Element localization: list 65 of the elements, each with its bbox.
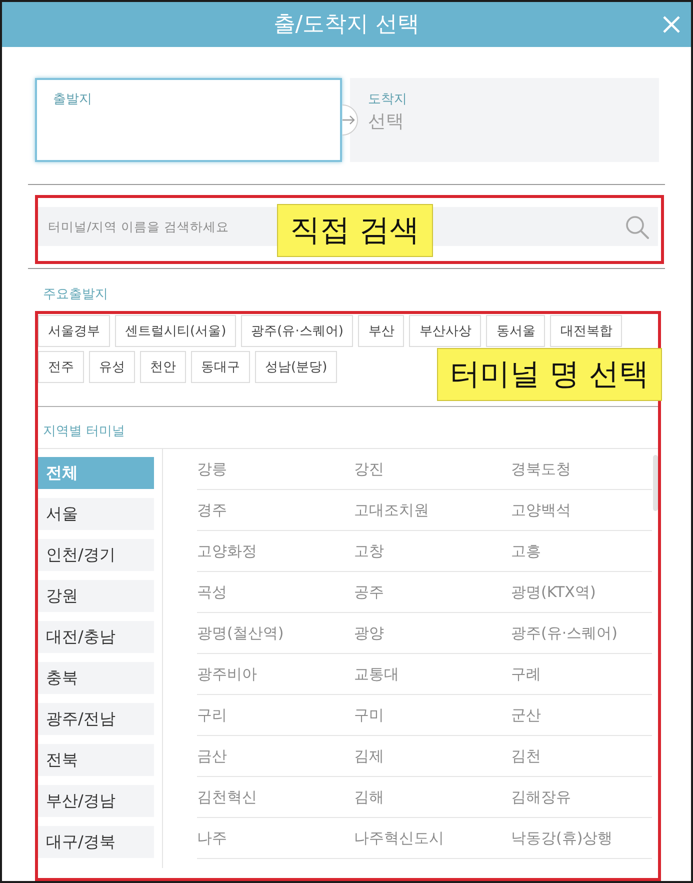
terminal-item[interactable]: 고창: [354, 531, 511, 572]
origin-field[interactable]: 출발지: [35, 78, 342, 162]
terminal-item[interactable]: 나주: [197, 818, 354, 859]
terminal-item[interactable]: 광주비아: [197, 654, 354, 695]
terminal-chip[interactable]: 동서울: [486, 315, 546, 347]
region-tab[interactable]: 광주/전남: [38, 703, 154, 735]
terminal-item[interactable]: 고양화정: [197, 531, 354, 572]
close-button[interactable]: [661, 14, 682, 35]
terminal-item[interactable]: 김천: [511, 736, 652, 777]
search-icon: [625, 214, 649, 238]
destination-field[interactable]: 도착지 선택: [350, 78, 659, 162]
terminal-item[interactable]: 나주혁신도시: [354, 818, 511, 859]
region-tab[interactable]: 전체: [38, 457, 154, 489]
terminal-item[interactable]: 낙동강(휴)상행: [511, 818, 652, 859]
scrollbar-thumb[interactable]: [653, 455, 658, 511]
terminal-item[interactable]: 고대조치원: [354, 490, 511, 531]
terminal-item[interactable]: 구리: [197, 695, 354, 736]
region-tab[interactable]: 전북: [38, 744, 154, 776]
terminal-chip[interactable]: 성남(분당): [255, 351, 338, 383]
region-tab[interactable]: 대전/충남: [38, 621, 154, 653]
terminal-chip[interactable]: 유성: [89, 351, 135, 383]
terminal-item[interactable]: 구미: [354, 695, 511, 736]
terminal-item[interactable]: 광명(철산역): [197, 613, 354, 654]
arrow-icon: [342, 104, 359, 136]
region-tab[interactable]: 서울: [38, 498, 154, 530]
search-button[interactable]: [616, 207, 658, 246]
close-icon: [663, 16, 680, 33]
terminal-item[interactable]: 경주: [197, 490, 354, 531]
terminal-item[interactable]: 공주: [354, 572, 511, 613]
terminal-chip[interactable]: 부산: [358, 315, 404, 347]
terminal-chip[interactable]: 전주: [38, 351, 84, 383]
window-title: 출/도착지 선택: [273, 10, 420, 38]
terminal-chip[interactable]: 센트럴시티(서울): [115, 315, 236, 347]
terminal-chip[interactable]: 천안: [140, 351, 186, 383]
region-tab[interactable]: 부산/경남: [38, 785, 154, 817]
terminal-item[interactable]: 광주(유·스퀘어): [511, 613, 652, 654]
terminal-item[interactable]: 교통대: [354, 654, 511, 695]
terminal-item[interactable]: 강릉: [197, 449, 354, 490]
terminal-item[interactable]: 김해장유: [511, 777, 652, 818]
terminal-item[interactable]: 고양백석: [511, 490, 652, 531]
terminal-item[interactable]: 강진: [354, 449, 511, 490]
terminal-item[interactable]: 군산: [511, 695, 652, 736]
terminal-chip[interactable]: 대전복합: [550, 315, 622, 347]
terminal-chip[interactable]: 광주(유·스퀘어): [241, 315, 354, 347]
terminal-item[interactable]: 곡성: [197, 572, 354, 613]
callout-tooltip: 직접 검색: [277, 204, 433, 257]
terminal-chip[interactable]: 부산사상: [409, 315, 482, 347]
terminal-item[interactable]: 고흥: [511, 531, 652, 572]
terminal-chip[interactable]: 동대구: [191, 351, 250, 383]
callout-tooltip: 터미널 명 선택: [437, 348, 662, 401]
terminal-item[interactable]: 금산: [197, 736, 354, 777]
region-tab[interactable]: 강원: [38, 580, 154, 612]
terminal-chip[interactable]: 서울경부: [38, 315, 110, 347]
region-tab[interactable]: 충북: [38, 662, 154, 694]
terminal-item[interactable]: 김제: [354, 736, 511, 777]
terminal-item[interactable]: 김천혁신: [197, 777, 354, 818]
region-tab[interactable]: 대구/경북: [38, 826, 154, 858]
terminal-item[interactable]: 광양: [354, 613, 511, 654]
terminal-item[interactable]: 김해: [354, 777, 511, 818]
terminal-item[interactable]: 광명(KTX역): [511, 572, 652, 613]
terminal-item[interactable]: 구례: [511, 654, 652, 695]
section-title: 지역별 터미널: [43, 423, 126, 441]
section-title: 주요출발지: [43, 286, 109, 304]
terminal-item[interactable]: 경북도청: [511, 449, 652, 490]
region-tab[interactable]: 인천/경기: [38, 539, 154, 571]
